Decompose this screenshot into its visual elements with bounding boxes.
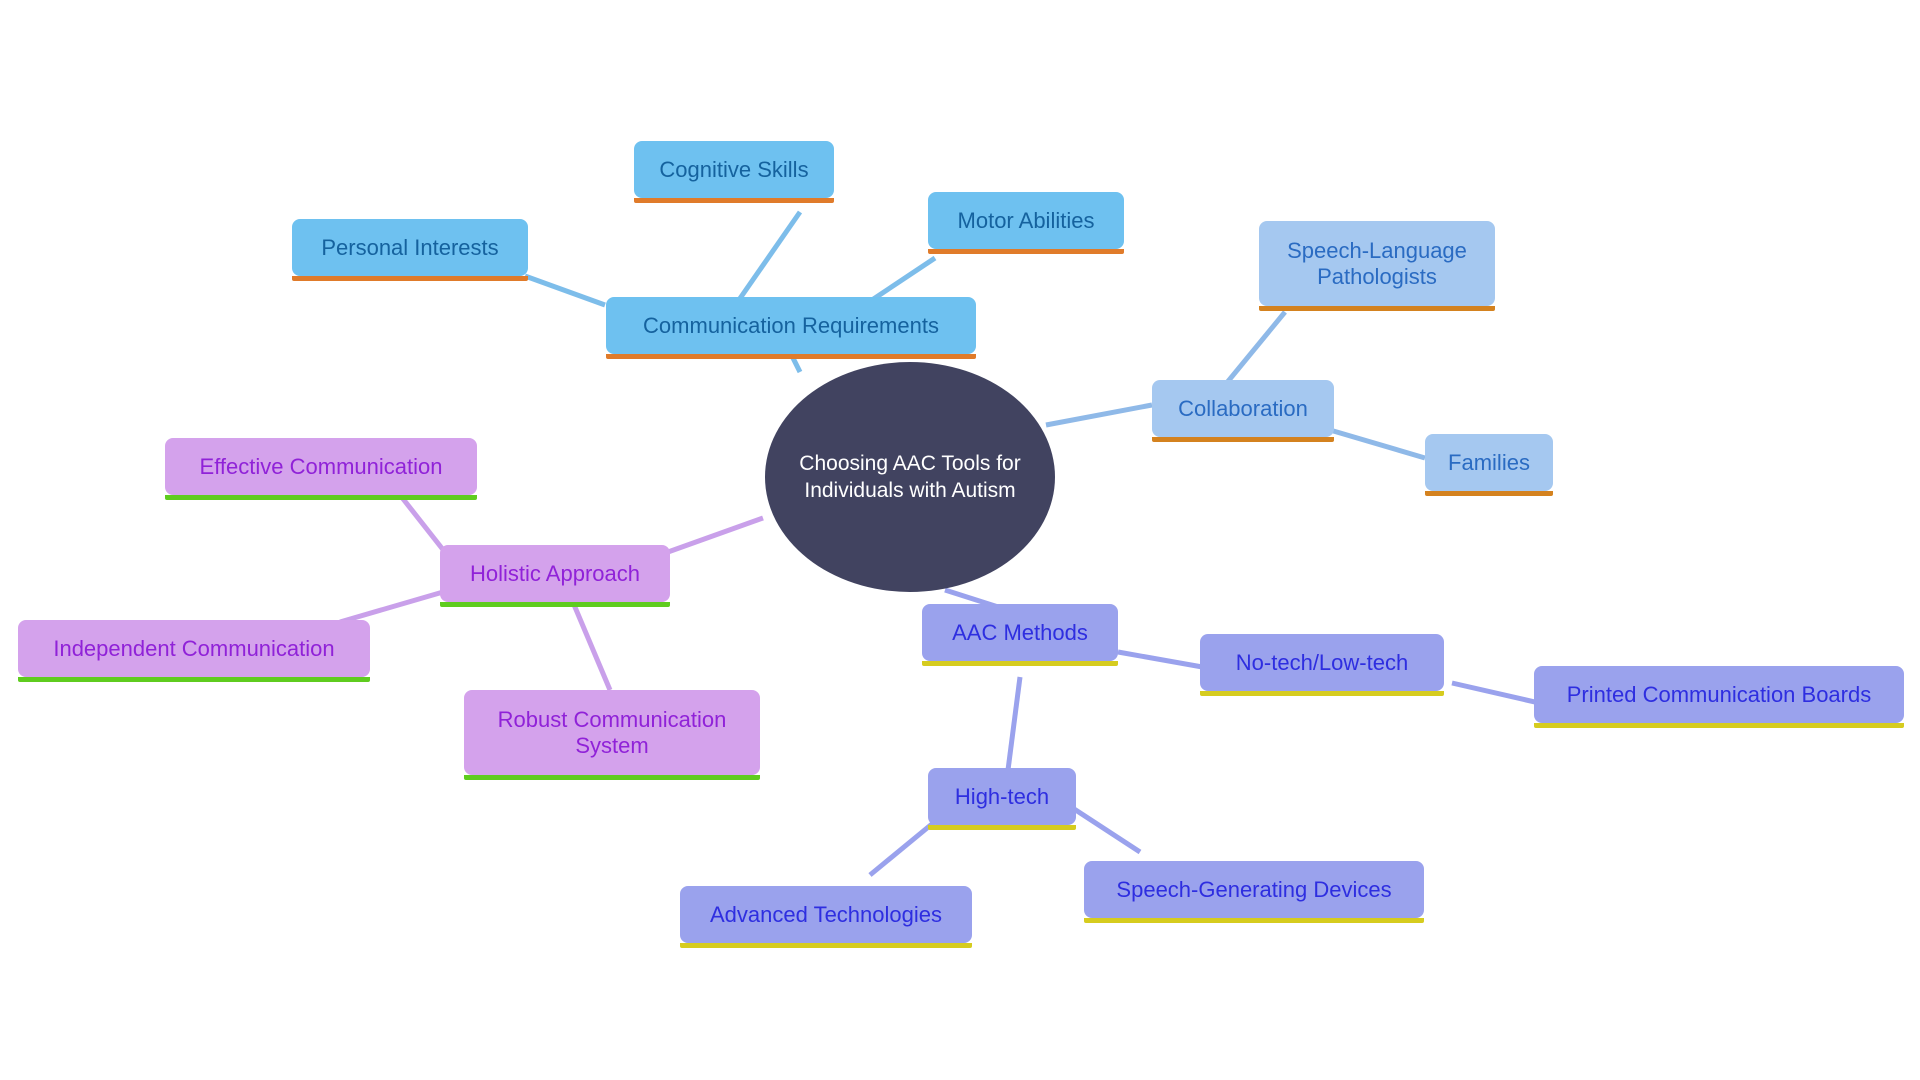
edge-aac-to-no-tech-low-tech	[1117, 649, 1209, 671]
node-speech-generating-devices[interactable]: Speech-Generating Devices	[1084, 861, 1424, 923]
edge-collaboration-to-families	[1329, 427, 1426, 461]
node-effective-communication[interactable]: Effective Communication	[165, 438, 477, 500]
node-families[interactable]: Families	[1425, 434, 1553, 496]
center-node-label: Choosing AAC Tools for Individuals with …	[799, 451, 1021, 502]
node-cognitive-skills-label: Cognitive Skills	[659, 156, 809, 182]
node-robust-communication-system[interactable]: Robust Communication System	[464, 690, 760, 780]
node-motor-abilities[interactable]: Motor Abilities	[928, 192, 1124, 254]
node-robust-communication-system-label: Robust Communication System	[497, 706, 727, 758]
node-advanced-technologies-label: Advanced Technologies	[710, 901, 942, 927]
node-aac-methods[interactable]: AAC Methods	[922, 604, 1118, 666]
underline-orange	[634, 198, 834, 203]
node-high-tech[interactable]: High-tech	[928, 768, 1076, 830]
underline-green	[18, 677, 370, 682]
node-advanced-technologies[interactable]: Advanced Technologies	[680, 886, 972, 948]
node-holistic-approach-label: Holistic Approach	[470, 560, 640, 586]
underline-orange	[928, 249, 1124, 254]
edge-high-tech-to-speech-generating-devices	[1066, 802, 1142, 855]
node-motor-abilities-label: Motor Abilities	[957, 207, 1095, 233]
underline-yellow	[928, 825, 1076, 830]
edge-holistic-to-effective-communication	[398, 493, 450, 558]
underline-orange	[292, 276, 528, 281]
edge-holistic-to-robust-communication-system	[569, 599, 613, 691]
center-node[interactable]: Choosing AAC Tools for Individuals with …	[765, 362, 1055, 592]
node-families-label: Families	[1448, 449, 1530, 475]
node-independent-communication[interactable]: Independent Communication	[18, 620, 370, 682]
mindmap-canvas: Choosing AAC Tools for Individuals with …	[0, 0, 1920, 1080]
underline-green	[165, 495, 477, 500]
underline-yellow	[1084, 918, 1424, 923]
underline-green	[464, 775, 760, 780]
underline-yellow	[680, 943, 972, 948]
node-communication-requirements[interactable]: Communication Requirements	[606, 297, 976, 359]
node-personal-interests[interactable]: Personal Interests	[292, 219, 528, 281]
underline-orange	[1152, 437, 1334, 442]
underline-yellow	[922, 661, 1118, 666]
edge-holistic-to-independent-communication	[339, 589, 444, 625]
underline-orange	[606, 354, 976, 359]
node-holistic-approach[interactable]: Holistic Approach	[440, 545, 670, 607]
node-independent-communication-label: Independent Communication	[53, 635, 335, 661]
node-aac-methods-label: AAC Methods	[952, 619, 1088, 645]
node-personal-interests-label: Personal Interests	[321, 234, 499, 260]
node-cognitive-skills[interactable]: Cognitive Skills	[634, 141, 834, 203]
node-effective-communication-label: Effective Communication	[199, 453, 443, 479]
node-speech-generating-devices-label: Speech-Generating Devices	[1116, 876, 1392, 902]
edge-center-to-collaboration	[1045, 402, 1153, 428]
node-communication-requirements-label: Communication Requirements	[643, 312, 939, 338]
underline-green	[440, 602, 670, 607]
underline-yellow	[1534, 723, 1904, 728]
node-printed-communication-boards[interactable]: Printed Communication Boards	[1534, 666, 1904, 728]
node-no-tech-low-tech[interactable]: No-tech/Low-tech	[1200, 634, 1444, 696]
node-high-tech-label: High-tech	[954, 783, 1050, 809]
node-collaboration[interactable]: Collaboration	[1152, 380, 1334, 442]
node-no-tech-low-tech-label: No-tech/Low-tech	[1235, 649, 1409, 675]
underline-orange	[1259, 306, 1495, 311]
edge-center-to-holistic-approach	[667, 515, 764, 555]
edge-aac-to-high-tech	[1005, 676, 1023, 771]
node-printed-communication-boards-label: Printed Communication Boards	[1566, 681, 1872, 707]
underline-yellow	[1200, 691, 1444, 696]
node-speech-language-pathologists[interactable]: Speech-Language Pathologists	[1259, 221, 1495, 311]
underline-orange	[1425, 491, 1553, 496]
node-collaboration-label: Collaboration	[1178, 395, 1308, 421]
edge-commreq-to-personal-interests	[524, 273, 606, 308]
edge-collaboration-to-slp	[1223, 310, 1287, 387]
node-speech-language-pathologists-label: Speech-Language Pathologists	[1287, 237, 1467, 289]
